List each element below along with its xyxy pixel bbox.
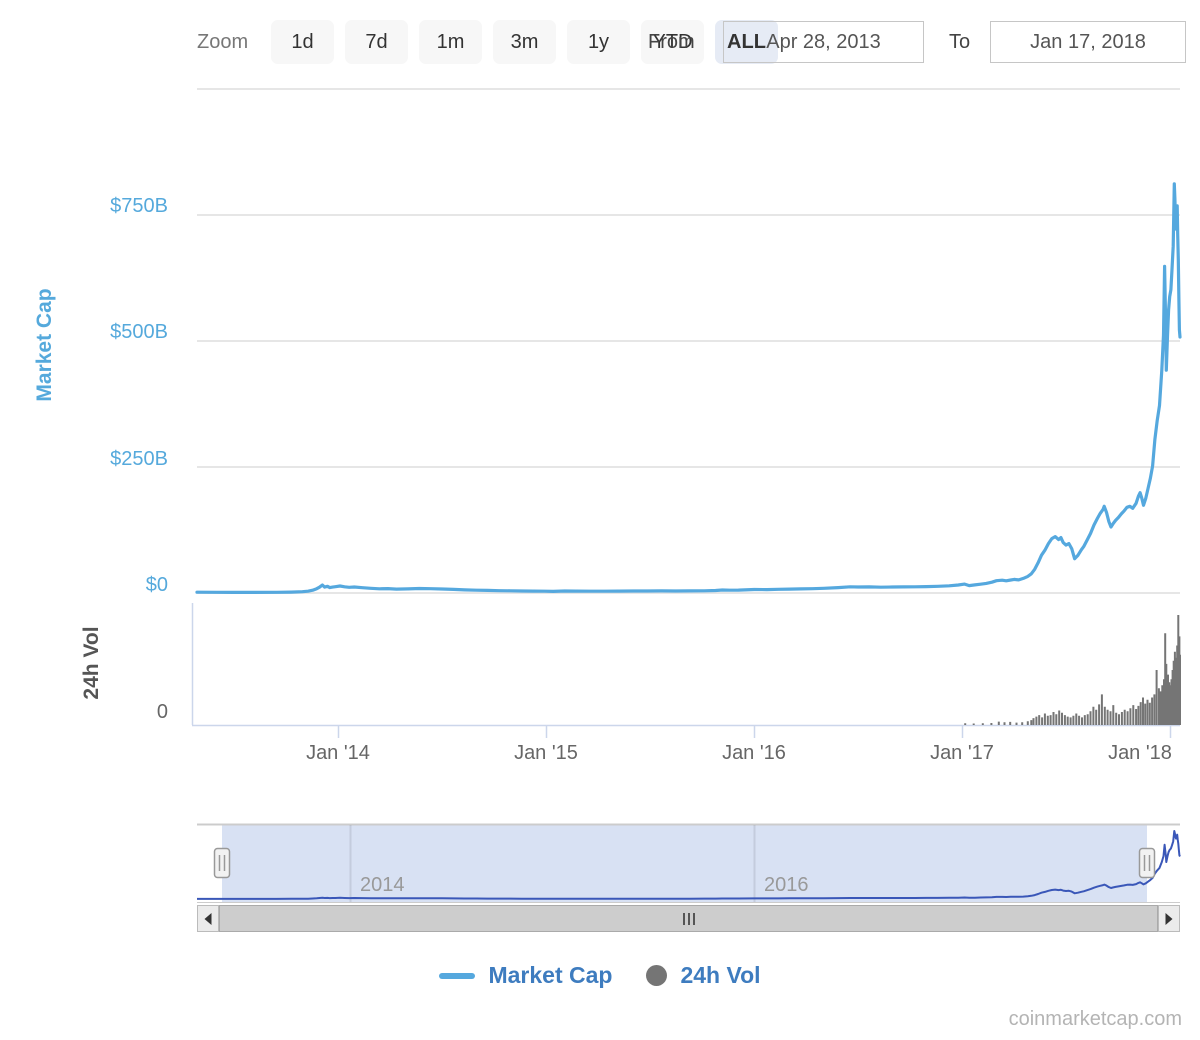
gridlines [197,89,1180,593]
scrollbar-thumb[interactable] [219,905,1158,932]
xtick-jan16: Jan '16 [722,742,786,765]
market-cap-line [197,184,1180,593]
volume-axis-lines [192,603,1180,738]
line-swatch-icon [439,973,475,979]
legend-label-24h-vol: 24h Vol [680,962,760,989]
navigator [197,825,1180,903]
credits-link[interactable]: coinmarketcap.com [1009,1008,1182,1031]
navigator-handle-left[interactable] [215,849,230,878]
legend-item-market-cap[interactable]: Market Cap [439,962,612,989]
xtick-jan14: Jan '14 [306,742,370,765]
xtick-jan15: Jan '15 [514,742,578,765]
navigator-year-2014: 2014 [360,874,405,897]
legend: Market Cap 24h Vol [0,962,1200,989]
xtick-jan17: Jan '17 [930,742,994,765]
xtick-jan18: Jan '18 [1108,742,1172,765]
navigator-year-2016: 2016 [764,874,809,897]
scrollbar-left-arrow-icon[interactable] [197,905,219,932]
scrollbar-grip-icon [683,913,695,925]
circle-swatch-icon [646,965,667,986]
market-cap-stock-chart: Zoom 1d 7d 1m 3m 1y YTD ALL From Apr 28,… [0,0,1200,1040]
legend-item-24h-vol[interactable]: 24h Vol [646,962,760,989]
scrollbar-right-arrow-icon[interactable] [1158,905,1180,932]
legend-label-market-cap: Market Cap [488,962,612,989]
volume-bars [964,615,1181,725]
navigator-handle-right[interactable] [1140,849,1155,878]
chart-canvas [0,0,1200,1040]
